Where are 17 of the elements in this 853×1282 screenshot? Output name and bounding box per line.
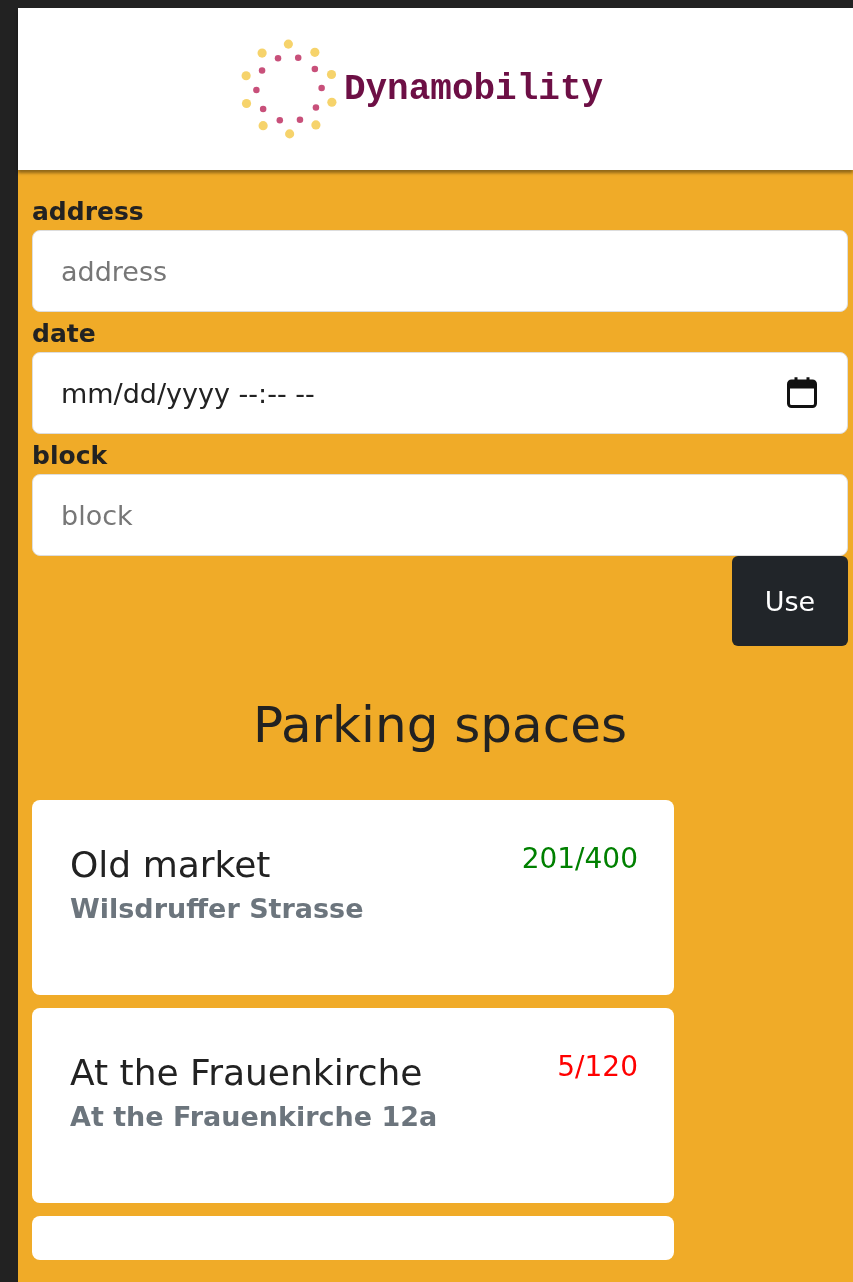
date-field[interactable]: mm/dd/yyyy --:-- -- xyxy=(32,352,848,434)
parking-address: At the Frauenkirche 12a xyxy=(70,1101,439,1132)
field-label: address xyxy=(32,196,145,228)
input-field[interactable]: block xyxy=(32,474,848,556)
occupancy-count: 201/400 xyxy=(521,842,638,875)
field-label: date xyxy=(32,318,97,350)
parking-card[interactable]: At the Frauenkirche 5/120 At the Frauenkirche 12a xyxy=(32,1008,674,1203)
parking-card[interactable]: Old market 201/400 Wilsdruffer Strasse xyxy=(32,800,674,995)
parking-name: Old market xyxy=(70,844,271,885)
field-label: block xyxy=(32,440,109,472)
input-field[interactable]: address xyxy=(32,230,848,312)
parking-address: Wilsdruffer Strasse xyxy=(70,893,365,924)
use-button[interactable]: Use xyxy=(732,556,848,646)
section-title: Parking spaces xyxy=(252,696,628,754)
parking-name: At the Frauenkirche xyxy=(70,1052,423,1093)
logo-text: Dynamobility xyxy=(343,68,604,110)
occupancy-count: 5/120 xyxy=(557,1050,638,1083)
